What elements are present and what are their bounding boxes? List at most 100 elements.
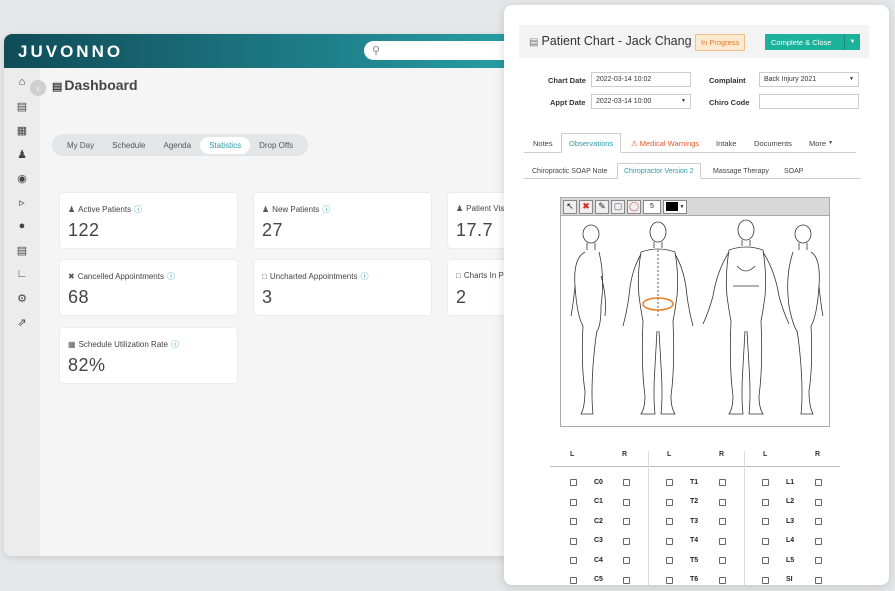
checkbox-right[interactable]	[815, 557, 822, 564]
pen-tool-icon[interactable]: ✎	[595, 199, 609, 214]
color-picker[interactable]: ▼	[663, 199, 687, 214]
stat-card-uncharted-appointments: □ Uncharted Appointments ⓘ 3	[254, 260, 431, 315]
vertebra-label: T3	[690, 517, 699, 525]
checkbox-left[interactable]	[570, 518, 577, 525]
juvonno-logo[interactable]: JUVONNO	[18, 42, 123, 62]
checkbox-left[interactable]	[666, 518, 673, 525]
eraser-tool-icon[interactable]: ✖	[579, 199, 593, 214]
help-icon[interactable]: ⓘ	[171, 340, 179, 349]
checkbox-left[interactable]	[762, 557, 769, 564]
document-icon: ▤	[529, 37, 539, 48]
subtab-massage-therapy[interactable]: Massage Therapy	[707, 163, 775, 179]
circle-tool-icon[interactable]: ◯	[627, 199, 641, 214]
checkbox-left[interactable]	[666, 537, 673, 545]
complete-close-button[interactable]: Complete & Close ▼	[765, 34, 860, 50]
tab-schedule[interactable]: Schedule	[103, 137, 154, 154]
checkbox-right[interactable]	[623, 498, 630, 506]
checkbox-left[interactable]	[666, 576, 673, 584]
checkbox-left[interactable]	[570, 557, 577, 564]
tab-intake[interactable]: Intake	[709, 133, 743, 153]
tab-notes[interactable]: Notes	[526, 133, 560, 153]
help-icon[interactable]: ⓘ	[360, 272, 368, 281]
checkbox-left[interactable]	[570, 576, 577, 584]
subtab-chiropractic-soap-note[interactable]: Chiropractic SOAP Note	[526, 163, 613, 179]
subtab-soap[interactable]: SOAP	[778, 163, 809, 179]
help-icon[interactable]: ⓘ	[322, 205, 330, 214]
megaphone-icon[interactable]: ▹	[4, 190, 40, 214]
users-icon[interactable]: ♟	[4, 142, 40, 166]
checkbox-left[interactable]	[570, 537, 577, 545]
chat-icon[interactable]: ●	[4, 214, 40, 238]
checkbox-right[interactable]	[719, 479, 726, 486]
checkbox-right[interactable]	[719, 518, 726, 525]
gear-icon[interactable]: ⚙	[4, 286, 40, 310]
clipboard-icon[interactable]: ▦	[4, 118, 40, 142]
vertebra-label: C0	[594, 478, 603, 486]
help-icon[interactable]: ⓘ	[134, 205, 142, 214]
chevron-down-icon[interactable]: ▼	[844, 34, 860, 50]
tab-medical-warnings[interactable]: ⚠ Medical Warnings	[624, 133, 706, 153]
checkbox-right[interactable]	[623, 537, 630, 545]
checkbox-right[interactable]	[815, 518, 822, 525]
appt-date-label: Appt Date	[550, 98, 586, 107]
pointer-tool-icon[interactable]: ↖	[563, 199, 577, 214]
checkbox-left[interactable]	[762, 498, 769, 506]
checkbox-right[interactable]	[719, 576, 726, 584]
checkbox-right[interactable]	[623, 557, 630, 564]
brush-size-input[interactable]: 5	[643, 199, 661, 214]
monitor-icon: ▤	[52, 81, 63, 93]
checkbox-left[interactable]	[666, 479, 673, 486]
tab-statistics[interactable]: Statistics	[200, 136, 251, 154]
checkbox-left[interactable]	[762, 518, 769, 525]
checkbox-left[interactable]	[570, 498, 577, 506]
help-icon[interactable]: ⓘ	[167, 272, 175, 281]
checkbox-right[interactable]	[815, 498, 822, 506]
checkbox-right[interactable]	[623, 479, 630, 486]
dollar-icon[interactable]: ◉	[4, 166, 40, 190]
tab-my-day[interactable]: My Day	[58, 137, 103, 154]
card-value: 2	[456, 287, 467, 307]
dashboard-window: JUVONNO ⚲ ⌂ ▤ ▦ ♟ ◉ ▹ ● ▤ ∟ ⚙ ⇗ ‹ ▤ Dashb…	[4, 34, 564, 556]
monitor-icon[interactable]: ▤	[4, 94, 40, 118]
export-icon[interactable]: ⇗	[4, 310, 40, 334]
tab-agenda[interactable]: Agenda	[154, 137, 200, 154]
rectangle-tool-icon[interactable]: ▢	[611, 199, 625, 214]
checkbox-left[interactable]	[666, 557, 673, 564]
search-icon: ⚲	[372, 45, 381, 57]
color-swatch	[665, 202, 678, 211]
checkbox-right[interactable]	[623, 518, 630, 525]
checkbox-left[interactable]	[762, 537, 769, 545]
subtab-chiropractor-version-2[interactable]: Chiropractor Version 2	[617, 163, 701, 179]
checkbox-right[interactable]	[719, 557, 726, 564]
tab-observations[interactable]: Observations	[561, 133, 622, 153]
card-value: 82%	[68, 355, 106, 375]
checkbox-right[interactable]	[719, 498, 726, 506]
checkbox-right[interactable]	[623, 576, 630, 584]
checkbox-left[interactable]	[762, 576, 769, 584]
checkbox-left[interactable]	[762, 479, 769, 486]
vertebra-label: T4	[690, 537, 699, 544]
checkbox-left[interactable]	[570, 479, 577, 486]
card-label: Patient Vis	[466, 204, 505, 213]
chiro-code-field[interactable]	[759, 94, 859, 109]
collapse-sidebar-button[interactable]: ‹	[30, 80, 46, 96]
complaint-select[interactable]: Back Injury 2021 ▼	[759, 72, 859, 87]
stat-card-cancelled-appointments: ✖ Cancelled Appointments ⓘ 68	[60, 260, 237, 315]
checkbox-right[interactable]	[815, 576, 822, 584]
tab-documents[interactable]: Documents	[747, 133, 799, 153]
cancel-icon: ✖	[68, 272, 75, 281]
chart-date-field[interactable]: 2022-03-14 10:02	[591, 72, 691, 87]
checkbox-right[interactable]	[719, 537, 726, 545]
appt-date-select[interactable]: 2022-03-14 10:00 ▼	[591, 94, 691, 109]
column-header-l: L	[570, 451, 575, 458]
document-icon[interactable]: ▤	[4, 238, 40, 262]
chart-icon[interactable]: ∟	[4, 262, 40, 286]
checkbox-right[interactable]	[815, 537, 822, 545]
checkbox-right[interactable]	[815, 479, 822, 486]
vertebra-label: T1	[690, 478, 699, 486]
tab-drop-offs[interactable]: Drop Offs	[250, 137, 302, 154]
vertebra-label: C2	[594, 517, 603, 525]
tab-more[interactable]: More ▼	[802, 133, 840, 153]
body-diagram-canvas[interactable]: ↖ ✖ ✎ ▢ ◯ 5 ▼	[560, 197, 830, 427]
checkbox-left[interactable]	[666, 498, 673, 506]
